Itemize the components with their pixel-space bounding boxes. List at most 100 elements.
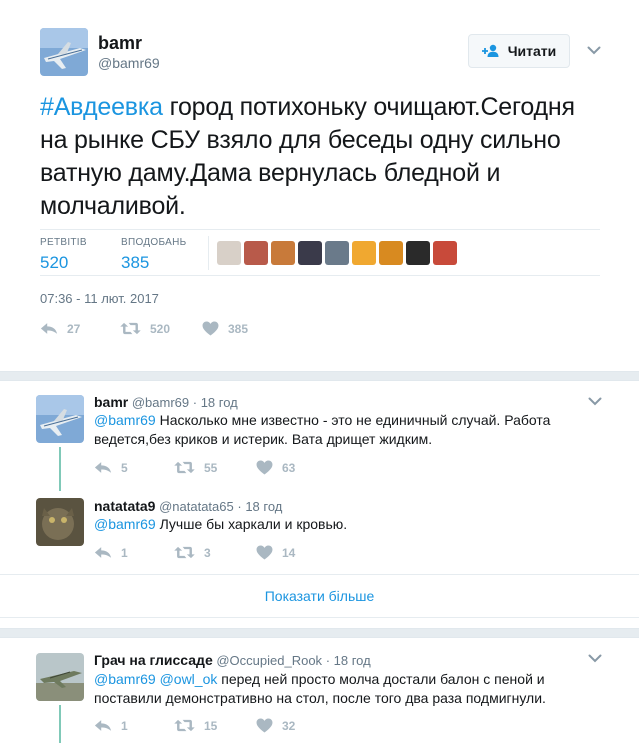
chevron-down-icon[interactable] (588, 654, 602, 663)
liker-avatar[interactable] (352, 241, 376, 265)
mention-link[interactable]: @bamr69 (94, 412, 156, 428)
reply-tweet[interactable]: natatata9 @natatata65 · 18 год @bamr69 Л… (0, 492, 639, 572)
retweet-icon (174, 719, 195, 732)
reply-body: Насколько мне известно - это не единичны… (94, 412, 551, 447)
section-separator (0, 371, 639, 381)
reply-actions: 5 55 63 (94, 460, 295, 475)
show-more-link[interactable]: Показати більше (0, 588, 639, 604)
reply-count: 1 (121, 718, 128, 733)
section-separator (0, 628, 639, 638)
reply-time[interactable]: · 18 год (326, 653, 371, 668)
reply-button[interactable]: 27 (40, 322, 120, 336)
heart-icon (256, 718, 273, 733)
avatar[interactable] (36, 498, 84, 546)
author-name[interactable]: Грач на глиссаде (94, 652, 213, 668)
stats-divider (208, 236, 209, 270)
reply-actions: 1 15 32 (94, 718, 295, 733)
reply-count: 27 (67, 321, 81, 336)
hashtag-link[interactable]: #Авдеевка (40, 93, 163, 121)
liker-avatar[interactable] (298, 241, 322, 265)
chevron-down-icon[interactable] (588, 397, 602, 406)
liker-avatar[interactable] (244, 241, 268, 265)
reply-button[interactable]: 1 (94, 719, 174, 733)
avatar[interactable] (36, 653, 84, 701)
likes-label: ВПОДОБАНЬ (121, 237, 187, 248)
follow-button[interactable]: Читати (468, 34, 570, 68)
author-handle[interactable]: @bamr69 (132, 395, 189, 410)
liker-avatar[interactable] (325, 241, 349, 265)
like-count: 385 (228, 321, 249, 336)
author-name[interactable]: bamr (94, 394, 128, 410)
liker-avatar[interactable] (271, 241, 295, 265)
avatar[interactable] (36, 395, 84, 443)
author-name[interactable]: bamr (98, 33, 142, 54)
reply-time[interactable]: · 18 год (237, 499, 282, 514)
heart-icon (256, 460, 273, 475)
reply-count: 1 (121, 545, 128, 560)
main-tweet: bamr @bamr69 Читати #Авдеевка город поти… (0, 0, 639, 372)
retweets-count: 520 (40, 253, 69, 272)
tweet-stats: РЕТВІТІВ 520 ВПОДОБАНЬ 385 (40, 229, 600, 276)
retweet-button[interactable]: 55 (174, 461, 256, 475)
reply-text: @bamr69 Лучше бы харкали и кровью. (94, 515, 564, 534)
retweet-count: 55 (204, 460, 218, 475)
reply-header: bamr @bamr69 · 18 год (94, 394, 238, 410)
heart-icon (202, 321, 219, 336)
divider (0, 574, 639, 575)
retweet-icon (174, 546, 195, 559)
like-button[interactable]: 14 (256, 545, 295, 560)
author-handle[interactable]: @Occupied_Rook (216, 653, 322, 668)
reply-icon (94, 719, 112, 732)
retweet-icon (120, 322, 141, 335)
like-count: 63 (282, 460, 296, 475)
liker-avatar[interactable] (217, 241, 241, 265)
like-button[interactable]: 32 (256, 718, 295, 733)
retweet-button[interactable]: 15 (174, 719, 256, 733)
reply-time[interactable]: · 18 год (193, 395, 238, 410)
reply-header: Грач на глиссаде @Occupied_Rook · 18 год (94, 652, 371, 668)
author-handle[interactable]: @bamr69 (98, 55, 160, 71)
chevron-down-icon[interactable] (587, 46, 601, 55)
reply-icon (94, 546, 112, 559)
heart-icon (256, 545, 273, 560)
like-count: 32 (282, 718, 296, 733)
thread-line (59, 705, 61, 743)
retweets-stat[interactable]: РЕТВІТІВ 520 (40, 237, 87, 273)
reply-tweet[interactable]: Грач на глиссаде @Occupied_Rook · 18 год… (0, 639, 639, 743)
like-count: 14 (282, 545, 296, 560)
like-button[interactable]: 385 (202, 321, 248, 336)
mention-link[interactable]: @bamr69 (94, 671, 156, 687)
liker-avatar[interactable] (406, 241, 430, 265)
liker-avatar[interactable] (433, 241, 457, 265)
reply-icon (40, 322, 58, 335)
likes-stat[interactable]: ВПОДОБАНЬ 385 (121, 237, 186, 273)
follow-label: Читати (507, 43, 557, 59)
liker-avatar[interactable] (379, 241, 403, 265)
retweet-button[interactable]: 520 (120, 322, 202, 336)
author-name[interactable]: natatata9 (94, 498, 155, 514)
retweet-button[interactable]: 3 (174, 546, 256, 560)
like-button[interactable]: 63 (256, 460, 295, 475)
divider (0, 617, 639, 618)
reply-text: @bamr69 Насколько мне известно - это не … (94, 411, 564, 449)
reply-header: natatata9 @natatata65 · 18 год (94, 498, 282, 514)
follow-person-icon (481, 44, 499, 57)
mention-link[interactable]: @bamr69 (94, 516, 156, 532)
retweet-count: 3 (204, 545, 211, 560)
tweet-actions: 27 520 385 (40, 321, 248, 336)
reply-count: 5 (121, 460, 128, 475)
avatar[interactable] (40, 28, 88, 76)
retweets-label: РЕТВІТІВ (40, 237, 87, 248)
author-handle[interactable]: @natatata65 (159, 499, 234, 514)
tweet-text: #Авдеевка город потихоньку очищают.Сегод… (40, 91, 600, 223)
retweet-icon (174, 461, 195, 474)
likers-avatars (217, 241, 457, 265)
reply-button[interactable]: 5 (94, 461, 174, 475)
reply-actions: 1 3 14 (94, 545, 295, 560)
thread-line (59, 447, 61, 491)
reply-tweet[interactable]: bamr @bamr69 · 18 год @bamr69 Насколько … (0, 382, 639, 492)
retweet-count: 520 (150, 321, 171, 336)
mention-link[interactable]: @owl_ok (160, 671, 218, 687)
reply-button[interactable]: 1 (94, 546, 174, 560)
tweet-timestamp[interactable]: 07:36 - 11 лют. 2017 (40, 291, 159, 306)
